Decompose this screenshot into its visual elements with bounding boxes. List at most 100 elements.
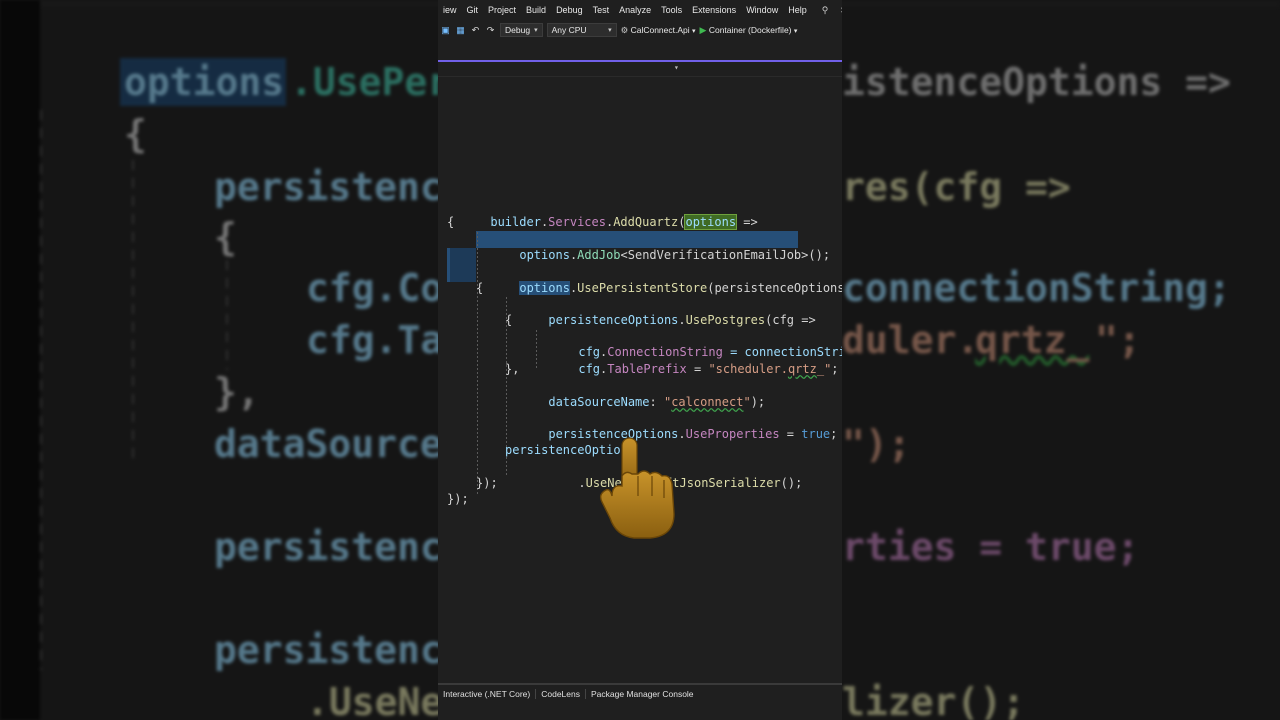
bg-indent-guide xyxy=(132,160,134,460)
bg-text: .UsePer xyxy=(290,60,451,104)
status-item-interactive[interactable]: Interactive (.NET Core) xyxy=(438,689,537,699)
token: => xyxy=(736,215,758,230)
token: (cfg => xyxy=(765,313,816,328)
bg-text: cfg.Co xyxy=(306,266,444,310)
redo-icon[interactable]: ↷ xyxy=(485,25,496,36)
token: options xyxy=(519,281,570,296)
menu-bar: iew Git Project Build Debug Test Analyze… xyxy=(438,0,842,20)
menu-debug[interactable]: Debug xyxy=(551,5,588,15)
status-item-codelens[interactable]: CodeLens xyxy=(536,689,586,699)
token: Services xyxy=(548,215,606,230)
configuration-dropdown[interactable]: Debug ▾ xyxy=(500,23,543,37)
search-label: Se xyxy=(836,5,842,15)
token: AddJob xyxy=(577,248,621,263)
bg-text: res(cfg => xyxy=(842,165,1071,209)
toolbar: ▣ ▦ ↶ ↷ Debug ▾ Any CPU ▾ ⚙ CalConnect.A… xyxy=(438,20,842,40)
bg-text: persistenc xyxy=(214,165,443,209)
token: : xyxy=(649,395,664,410)
run-target-label: Container (Dockerfile) xyxy=(708,24,792,35)
bottom-strip xyxy=(438,702,842,720)
bg-text: cfg.Ta xyxy=(306,318,444,362)
token: " xyxy=(743,395,751,410)
token: = xyxy=(686,362,709,377)
bg-text: persistenc xyxy=(214,628,443,672)
bg-text: options xyxy=(124,60,285,104)
menu-build[interactable]: Build xyxy=(521,5,551,15)
bg-text: rties = true; xyxy=(842,525,1140,569)
token: UsePostgres xyxy=(685,313,766,328)
menu-view[interactable]: iew xyxy=(438,5,462,15)
gear-icon: ⚙ xyxy=(620,24,629,35)
token: options xyxy=(519,248,570,263)
bg-text: { xyxy=(124,112,147,156)
save-all-icon[interactable]: ▦ xyxy=(455,25,466,36)
bg-text: }, xyxy=(214,370,260,414)
token: builder xyxy=(490,215,541,230)
chevron-down-icon: ▾ xyxy=(608,27,612,34)
chevron-down-icon[interactable]: ▾ xyxy=(674,63,679,72)
search-box[interactable]: ⚲ Se xyxy=(812,5,842,16)
selection-margin xyxy=(447,248,450,282)
bg-indent-guide xyxy=(226,260,228,370)
menu-help[interactable]: Help xyxy=(783,5,812,15)
pointing-hand-cursor-icon xyxy=(599,437,675,539)
token: TablePrefix xyxy=(607,362,687,377)
ide-window: iew Git Project Build Debug Test Analyze… xyxy=(438,0,842,720)
bg-text: { xyxy=(214,215,237,259)
menu-analyze[interactable]: Analyze xyxy=(614,5,656,15)
startup-project-dropdown[interactable]: ⚙ CalConnect.Api ▾ xyxy=(621,25,696,36)
search-icon: ⚲ xyxy=(821,4,829,15)
code-line: { xyxy=(505,313,513,327)
token: persistenceOptions xyxy=(548,313,679,328)
token: . xyxy=(578,476,586,491)
platform-value: Any CPU xyxy=(551,25,587,35)
menu-extensions[interactable]: Extensions xyxy=(687,5,741,15)
token: cfg xyxy=(578,362,601,377)
token: true xyxy=(801,427,831,442)
bg-text: qrtz_ xyxy=(975,318,1090,362)
selection-highlight xyxy=(450,248,476,282)
status-bar: Interactive (.NET Core) CodeLens Package… xyxy=(438,683,842,703)
menu-window[interactable]: Window xyxy=(741,5,783,15)
bg-text: .UseNe xyxy=(306,680,444,720)
token: ; xyxy=(831,362,839,377)
bg-text: "); xyxy=(842,422,911,466)
token: = xyxy=(779,427,802,442)
bg-text: "; xyxy=(1095,318,1141,362)
bg-text: istenceOptions => xyxy=(842,60,1231,104)
startup-project-value: CalConnect.Api xyxy=(630,24,690,35)
menu-test[interactable]: Test xyxy=(588,5,615,15)
menu-project[interactable]: Project xyxy=(483,5,521,15)
undo-icon[interactable]: ↶ xyxy=(470,25,481,36)
save-icon[interactable]: ▣ xyxy=(440,25,451,36)
token: ; xyxy=(830,427,838,442)
token: options xyxy=(684,214,738,231)
menu-tools[interactable]: Tools xyxy=(656,5,687,15)
menu-git[interactable]: Git xyxy=(462,5,484,15)
code-line: }); xyxy=(476,476,498,490)
token: <SendVerificationEmailJob>(); xyxy=(620,248,831,263)
navigation-bar: ▾ xyxy=(438,62,842,77)
code-line: { xyxy=(476,281,484,295)
status-item-package-manager-console[interactable]: Package Manager Console xyxy=(586,689,699,699)
token: dataSourceName xyxy=(548,395,650,410)
token: (persistenceOptions => xyxy=(707,281,842,296)
token: . xyxy=(678,313,686,328)
code-line: }); xyxy=(447,492,469,506)
token: calconnect xyxy=(671,395,744,410)
token: qrtz xyxy=(787,362,817,377)
token: (); xyxy=(780,476,803,491)
configuration-value: Debug xyxy=(505,25,531,35)
platform-dropdown[interactable]: Any CPU ▾ xyxy=(546,23,617,37)
chevron-down-icon: ▾ xyxy=(692,27,696,35)
token: ); xyxy=(750,395,766,410)
token: UseProperties xyxy=(685,427,780,442)
bg-text: duler. xyxy=(842,318,980,362)
bg-text: connectionString; xyxy=(842,266,1231,310)
chevron-down-icon: ▾ xyxy=(534,27,538,34)
token: UsePersistentStore xyxy=(577,281,708,296)
run-button[interactable]: ▶ Container (Dockerfile) ▾ xyxy=(700,25,798,36)
token: "scheduler. xyxy=(708,362,788,377)
bg-text: dataSource xyxy=(214,422,443,466)
token: AddQuartz xyxy=(613,215,679,230)
